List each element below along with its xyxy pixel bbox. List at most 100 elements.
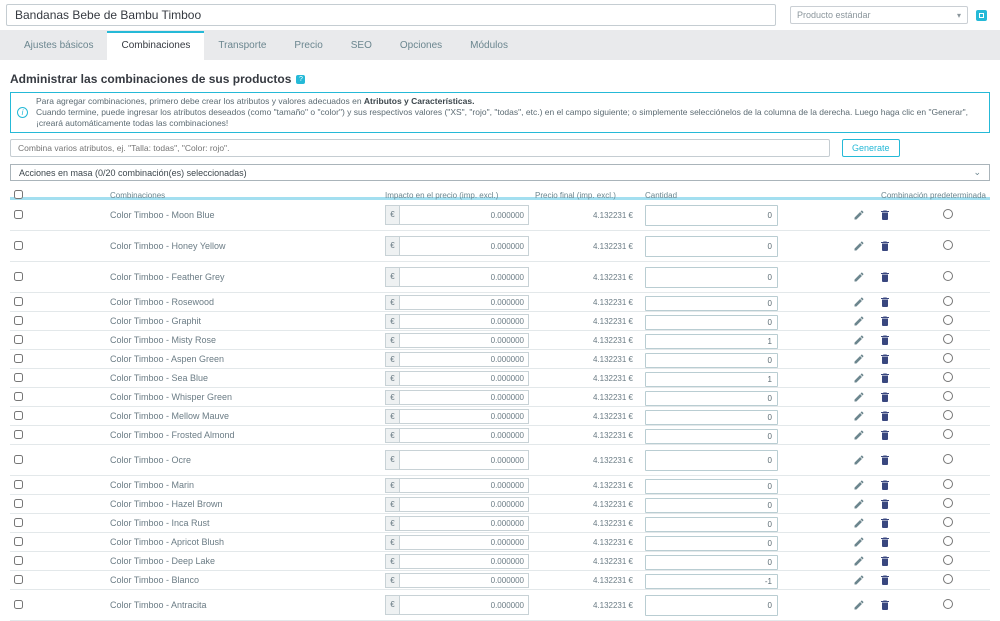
row-checkbox[interactable] (14, 316, 23, 325)
quantity-input[interactable] (645, 235, 778, 257)
delete-icon[interactable] (879, 536, 891, 548)
edit-icon[interactable] (853, 498, 865, 510)
product-name-input[interactable] (6, 4, 776, 26)
quantity-input[interactable] (645, 594, 778, 616)
delete-icon[interactable] (879, 498, 891, 510)
edit-icon[interactable] (853, 454, 865, 466)
default-combination-radio[interactable] (942, 536, 953, 546)
quantity-input[interactable] (645, 429, 778, 444)
default-combination-radio[interactable] (942, 209, 953, 219)
edit-icon[interactable] (853, 315, 865, 327)
delete-icon[interactable] (879, 454, 891, 466)
price-impact-input[interactable] (399, 450, 529, 470)
price-impact-input[interactable] (399, 572, 529, 588)
row-checkbox[interactable] (14, 411, 23, 420)
quantity-input[interactable] (645, 536, 778, 551)
edit-icon[interactable] (853, 209, 865, 221)
default-combination-radio[interactable] (942, 498, 953, 508)
delete-icon[interactable] (879, 599, 891, 611)
default-combination-radio[interactable] (942, 479, 953, 489)
price-impact-input[interactable] (399, 267, 529, 287)
row-checkbox[interactable] (14, 556, 23, 565)
default-combination-radio[interactable] (942, 555, 953, 565)
quantity-input[interactable] (645, 410, 778, 425)
row-checkbox[interactable] (14, 518, 23, 527)
price-impact-input[interactable] (399, 496, 529, 512)
default-combination-radio[interactable] (942, 296, 953, 306)
edit-icon[interactable] (853, 391, 865, 403)
quantity-input[interactable] (645, 372, 778, 387)
edit-icon[interactable] (853, 240, 865, 252)
row-checkbox[interactable] (14, 373, 23, 382)
quantity-input[interactable] (645, 574, 778, 589)
edit-icon[interactable] (853, 429, 865, 441)
tab-ajustes-b-sicos[interactable]: Ajustes básicos (10, 32, 107, 60)
edit-icon[interactable] (853, 334, 865, 346)
row-checkbox[interactable] (14, 537, 23, 546)
delete-icon[interactable] (879, 391, 891, 403)
price-impact-input[interactable] (399, 389, 529, 405)
quantity-input[interactable] (645, 449, 778, 471)
delete-icon[interactable] (879, 574, 891, 586)
attributes-search-input[interactable] (10, 139, 830, 157)
edit-icon[interactable] (853, 296, 865, 308)
edit-icon[interactable] (853, 599, 865, 611)
edit-icon[interactable] (853, 536, 865, 548)
product-type-select[interactable]: Producto estándar ▾ (790, 6, 968, 24)
quantity-input[interactable] (645, 498, 778, 513)
row-checkbox[interactable] (14, 499, 23, 508)
delete-icon[interactable] (879, 429, 891, 441)
delete-icon[interactable] (879, 296, 891, 308)
quantity-input[interactable] (645, 204, 778, 226)
edit-icon[interactable] (853, 372, 865, 384)
delete-icon[interactable] (879, 209, 891, 221)
quantity-input[interactable] (645, 391, 778, 406)
tab-transporte[interactable]: Transporte (204, 32, 280, 60)
price-impact-input[interactable] (399, 595, 529, 615)
price-impact-input[interactable] (399, 351, 529, 367)
default-combination-radio[interactable] (942, 454, 953, 464)
default-combination-radio[interactable] (942, 391, 953, 401)
row-checkbox[interactable] (14, 600, 23, 609)
row-checkbox[interactable] (14, 430, 23, 439)
quantity-input[interactable] (645, 517, 778, 532)
edit-icon[interactable] (853, 479, 865, 491)
delete-icon[interactable] (879, 479, 891, 491)
edit-icon[interactable] (853, 353, 865, 365)
default-combination-radio[interactable] (942, 240, 953, 250)
edit-icon[interactable] (853, 410, 865, 422)
tab-precio[interactable]: Precio (280, 32, 336, 60)
default-combination-radio[interactable] (942, 410, 953, 420)
default-combination-radio[interactable] (942, 372, 953, 382)
tab-opciones[interactable]: Opciones (386, 32, 456, 60)
quantity-input[interactable] (645, 266, 778, 288)
default-combination-radio[interactable] (942, 271, 953, 281)
row-checkbox[interactable] (14, 241, 23, 250)
help-tooltip-icon[interactable]: ? (296, 74, 306, 84)
row-checkbox[interactable] (14, 354, 23, 363)
quantity-input[interactable] (645, 296, 778, 311)
delete-icon[interactable] (879, 353, 891, 365)
tab-m-dulos[interactable]: Módulos (456, 32, 522, 60)
bulk-actions-toggle[interactable]: Acciones en masa (0/20 combinación(es) s… (10, 164, 990, 181)
price-impact-input[interactable] (399, 332, 529, 348)
price-impact-input[interactable] (399, 534, 529, 550)
price-impact-input[interactable] (399, 515, 529, 531)
delete-icon[interactable] (879, 555, 891, 567)
row-checkbox[interactable] (14, 480, 23, 489)
delete-icon[interactable] (879, 334, 891, 346)
default-combination-radio[interactable] (942, 517, 953, 527)
price-impact-input[interactable] (399, 205, 529, 225)
quantity-input[interactable] (645, 353, 778, 368)
default-combination-radio[interactable] (942, 429, 953, 439)
edit-icon[interactable] (853, 574, 865, 586)
select-all-checkbox[interactable] (14, 190, 23, 199)
help-icon[interactable] (976, 9, 987, 21)
row-checkbox[interactable] (14, 335, 23, 344)
row-checkbox[interactable] (14, 455, 23, 464)
price-impact-input[interactable] (399, 477, 529, 493)
delete-icon[interactable] (879, 271, 891, 283)
delete-icon[interactable] (879, 372, 891, 384)
row-checkbox[interactable] (14, 297, 23, 306)
delete-icon[interactable] (879, 517, 891, 529)
